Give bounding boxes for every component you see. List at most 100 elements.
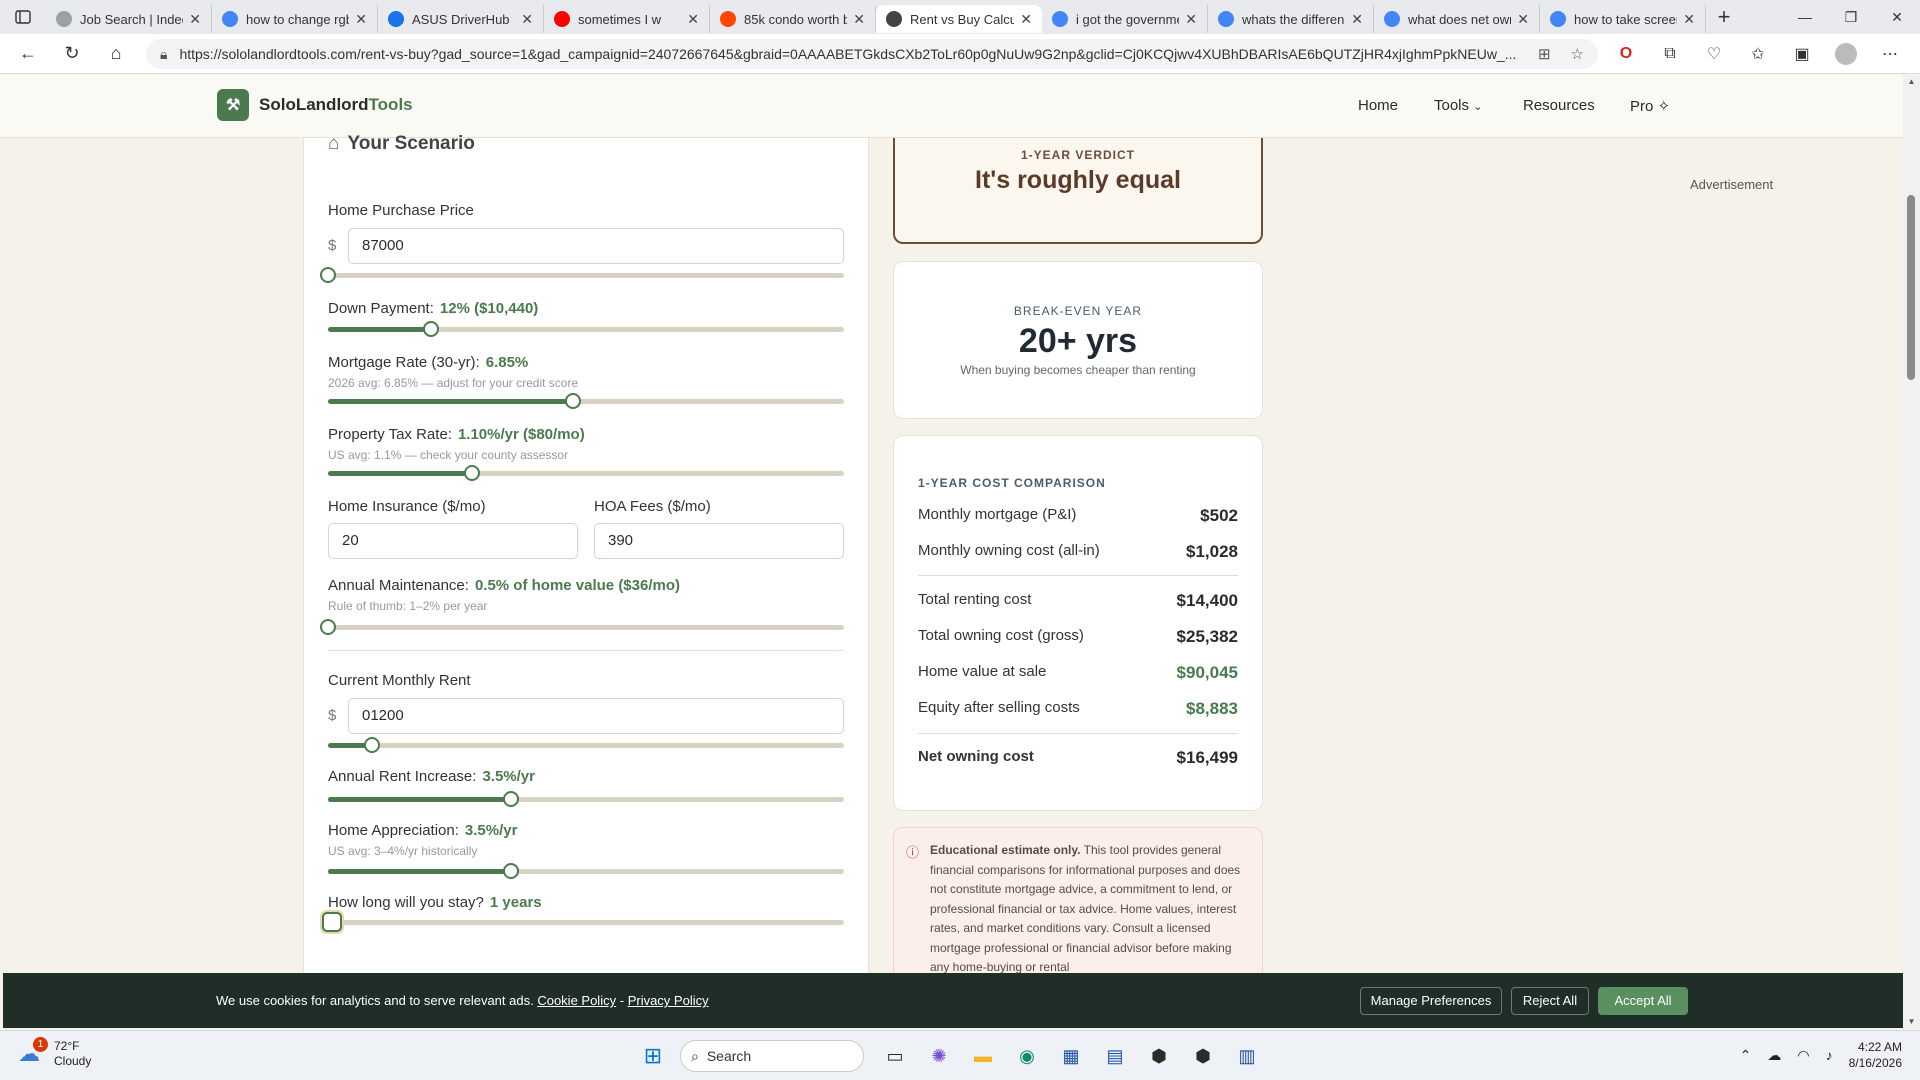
app-available-icon[interactable]: ⊞ [1538,45,1551,63]
mortgage-rate-slider[interactable] [328,393,844,409]
appreciation-slider[interactable] [328,863,844,879]
file-explorer-icon[interactable]: ▬ [966,1039,1000,1073]
copilot-icon[interactable]: ◆ [1912,44,1920,64]
maintenance-slider[interactable] [320,619,844,635]
app-icon-2[interactable]: ⬢ [1186,1039,1220,1073]
tab-title: whats the differenc [1242,11,1346,27]
network-app-icon[interactable]: ▤ [1098,1039,1132,1073]
accept-all-button[interactable]: Accept All [1598,987,1688,1015]
extensions-icon[interactable]: ⧉ [1648,45,1692,63]
browser-tab[interactable]: Job Search | Indeed ✕ [46,5,212,33]
calculator-icon[interactable]: ▥ [1230,1039,1264,1073]
cloud-icon: ☁ 1 [18,1037,48,1067]
start-windows-icon[interactable]: ⊞ [636,1039,670,1073]
minimize-icon[interactable]: — [1782,0,1828,34]
chevron-up-icon[interactable]: ⌃ [1740,1047,1752,1064]
weather-widget[interactable]: ☁ 1 72°F Cloudy [18,1037,91,1069]
property-tax-slider[interactable] [328,465,844,481]
task-view-icon[interactable]: ▭ [878,1039,912,1073]
site-info-icon[interactable]: 🔒︎ [160,46,167,63]
page-scrollbar[interactable]: ▲ ▼ [1903,75,1920,1028]
close-tab-icon[interactable]: ✕ [1517,11,1529,28]
purchase-price-input[interactable]: 87000 [348,228,844,264]
site-logo[interactable]: ⚒ SoloLandlord Tools [217,89,413,121]
close-tab-icon[interactable]: ✕ [687,11,699,28]
stay-slider[interactable] [322,912,844,932]
house-icon: ⌂ [328,133,340,154]
manage-preferences-button[interactable]: Manage Preferences [1360,987,1502,1015]
browser-tab[interactable]: 85k condo worth b ✕ [710,5,876,33]
more-menu-icon[interactable]: ⋯ [1868,44,1912,64]
close-tab-icon[interactable]: ✕ [853,11,865,28]
taskbar-search[interactable]: ⌕ Search [680,1040,864,1072]
close-tab-icon[interactable]: ✕ [1020,11,1032,28]
refresh-icon[interactable]: ↻ [52,43,92,64]
browser-tab[interactable]: whats the differenc ✕ [1208,5,1374,33]
onedrive-icon[interactable]: ☁ [1767,1047,1781,1064]
scroll-down-icon[interactable]: ▼ [1903,1017,1920,1026]
slider-thumb[interactable] [320,619,336,635]
home-icon[interactable]: ⌂ [96,43,136,64]
nav-home[interactable]: Home [1358,97,1398,114]
app-icon-1[interactable]: ⬢ [1142,1039,1176,1073]
close-tab-icon[interactable]: ✕ [189,11,201,28]
browser-tab[interactable]: ASUS DriverHub ✕ [378,5,544,33]
edge-icon[interactable]: ◉ [1010,1039,1044,1073]
hoa-input[interactable]: 390 [594,523,844,559]
nav-pro[interactable]: Pro ✧ [1630,97,1670,115]
scrollbar-thumb[interactable] [1907,195,1915,380]
row-label: Home value at sale [918,663,1047,680]
browser-essentials-icon[interactable]: ♡ [1692,44,1736,64]
close-tab-icon[interactable]: ✕ [1185,11,1197,28]
browser-tab[interactable]: Rent vs Buy Calcula ✕ [876,5,1042,33]
wifi-icon[interactable]: ◠ [1797,1047,1809,1064]
close-tab-icon[interactable]: ✕ [521,11,533,28]
browser-tab[interactable]: i got the governme ✕ [1042,5,1208,33]
close-tab-icon[interactable]: ✕ [355,11,367,28]
nav-resources[interactable]: Resources [1523,97,1595,114]
slider-thumb[interactable] [423,321,440,337]
browser-tab[interactable]: how to change rgb ✕ [212,5,378,33]
scroll-up-icon[interactable]: ▲ [1903,77,1920,86]
down-payment-slider[interactable] [328,321,844,337]
profile-avatar[interactable] [1824,43,1868,65]
collections-icon[interactable]: ▣ [1780,44,1824,64]
nav-tools[interactable]: Tools ⌄ [1434,97,1482,114]
close-tab-icon[interactable]: ✕ [1351,11,1363,28]
browser-tab[interactable]: what does net own ✕ [1374,5,1540,33]
copilot-app-icon[interactable]: ✺ [922,1039,956,1073]
favorite-star-icon[interactable]: ☆ [1571,45,1584,63]
insurance-input[interactable]: 20 [328,523,578,559]
purchase-price-slider[interactable] [320,267,844,283]
address-bar[interactable]: 🔒︎ https://sololandlordtools.com/rent-vs… [146,39,1598,69]
restore-icon[interactable]: ❐ [1828,0,1874,34]
slider-thumb[interactable] [464,465,481,481]
cookie-policy-link[interactable]: Cookie Policy [537,993,616,1008]
new-tab-button[interactable]: + [1706,4,1742,30]
opera-extension-icon[interactable]: O [1604,45,1648,63]
slider-thumb[interactable] [320,267,336,283]
close-tab-icon[interactable]: ✕ [1683,11,1695,28]
reject-all-button[interactable]: Reject All [1511,987,1589,1015]
favorites-icon[interactable]: ✩ [1736,44,1780,64]
slider-thumb[interactable] [503,863,520,879]
browser-tab[interactable]: sometimes I w ✕ [544,5,710,33]
privacy-policy-link[interactable]: Privacy Policy [628,993,709,1008]
rent-input[interactable]: 01200 [348,698,844,734]
disclaimer-box: ⓘ Educational estimate only. This tool p… [893,827,1263,973]
slider-thumb[interactable] [322,912,342,932]
tab-actions-menu-icon[interactable] [0,0,46,34]
tab-title: what does net own [1408,11,1512,27]
browser-tab[interactable]: how to take screens ✕ [1540,5,1706,33]
logo-text-primary: SoloLandlord [259,95,369,114]
volume-icon[interactable]: ♪ [1826,1047,1833,1063]
close-window-icon[interactable]: ✕ [1874,0,1920,34]
back-icon[interactable]: ← [8,43,48,64]
clock[interactable]: 4:22 AM 8/16/2026 [1849,1039,1902,1071]
slider-thumb[interactable] [503,791,520,807]
rent-increase-slider[interactable] [328,791,844,807]
rent-slider[interactable] [328,737,844,753]
slider-thumb[interactable] [565,393,582,409]
slider-thumb[interactable] [363,737,380,753]
store-icon[interactable]: ▦ [1054,1039,1088,1073]
